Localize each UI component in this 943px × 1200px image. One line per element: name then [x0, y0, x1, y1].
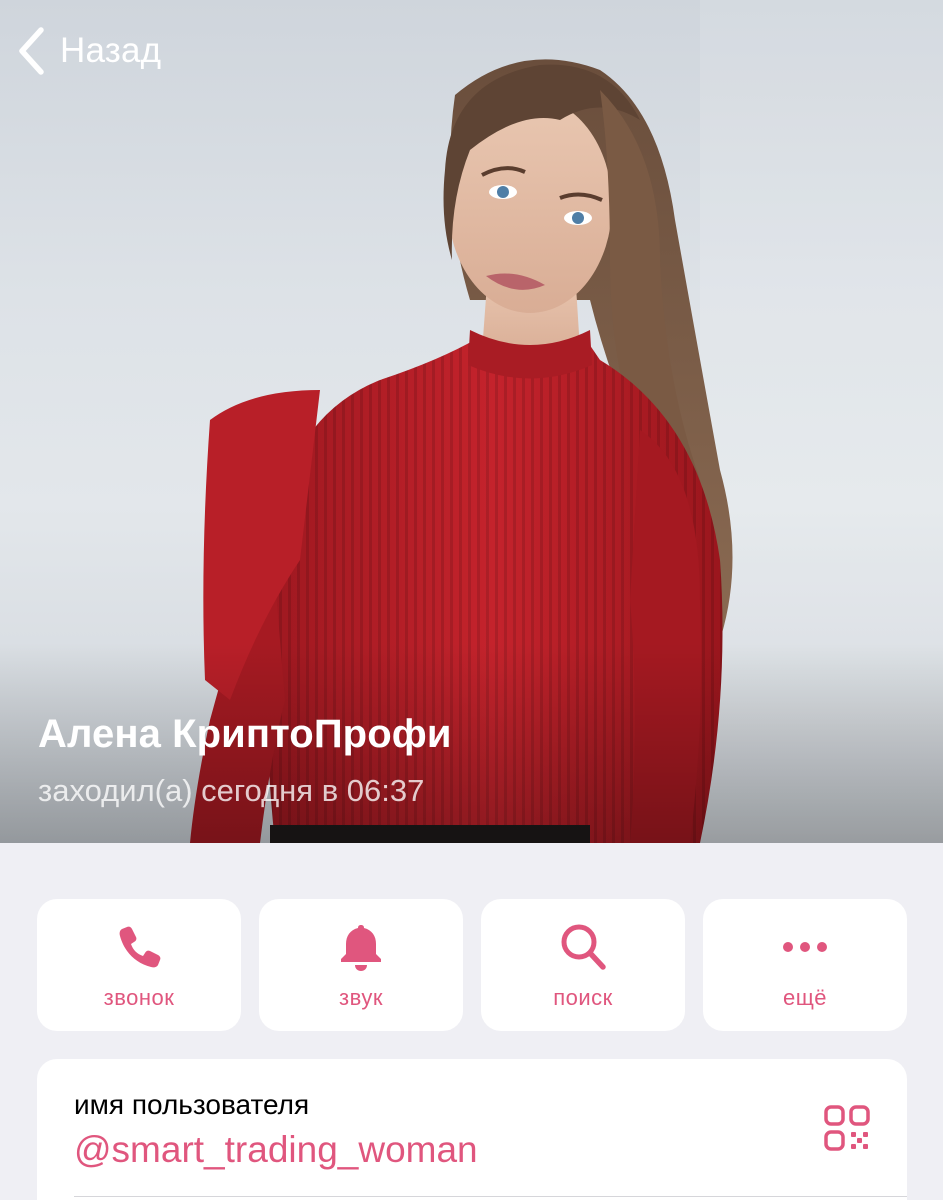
back-button[interactable]: Назад	[16, 24, 161, 78]
search-button[interactable]: поиск	[481, 899, 685, 1031]
profile-photo[interactable]: Назад Алена КриптоПрофи заходил(а) сегод…	[0, 0, 943, 843]
sound-button[interactable]: звук	[259, 899, 463, 1031]
more-dots-icon	[783, 942, 827, 952]
search-button-label: поиск	[553, 985, 613, 1010]
more-button-label: ещё	[782, 985, 828, 1010]
card-divider	[74, 1196, 907, 1197]
search-icon	[561, 924, 606, 970]
bell-icon	[341, 925, 381, 971]
last-seen-status: заходил(а) сегодня в 06:37	[38, 773, 425, 808]
call-button-label: звонок	[103, 985, 175, 1010]
profile-name: Алена КриптоПрофи	[38, 712, 452, 756]
username-link[interactable]: @smart_trading_woman	[74, 1129, 478, 1171]
chevron-left-icon	[19, 27, 44, 75]
qr-code-icon[interactable]	[823, 1104, 871, 1152]
call-button[interactable]: звонок	[37, 899, 241, 1031]
action-buttons: звонок звук поиск ещё	[37, 899, 907, 1031]
sound-button-label: звук	[339, 985, 383, 1010]
back-button-label: Назад	[60, 31, 162, 70]
phone-icon	[119, 926, 161, 968]
username-card: имя пользователя @smart_trading_woman	[37, 1059, 907, 1200]
username-caption: имя пользователя	[74, 1089, 310, 1120]
more-button[interactable]: ещё	[703, 899, 907, 1031]
